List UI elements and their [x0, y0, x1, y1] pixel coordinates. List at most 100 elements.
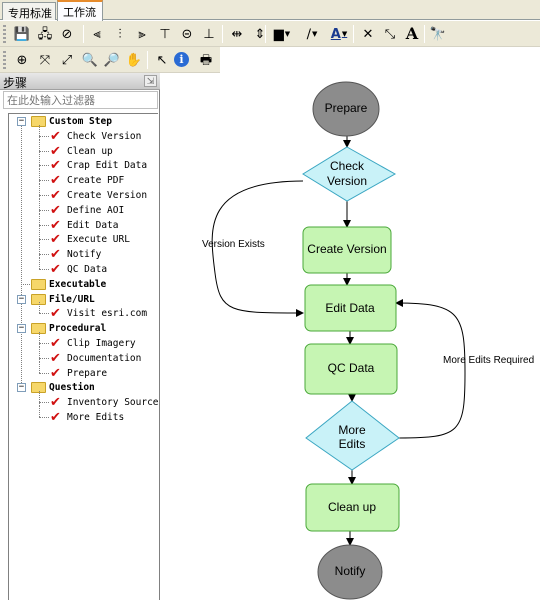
- toolbar-grip[interactable]: [3, 51, 6, 69]
- tree-connector: [39, 254, 49, 256]
- distribute-vertical-icon[interactable]: ⇕: [250, 24, 270, 44]
- tree-step-item[interactable]: ✔ More Edits: [9, 406, 159, 425]
- collapse-icon[interactable]: −: [17, 294, 26, 304]
- tree-step-item[interactable]: ✔ Edit Data: [9, 213, 159, 233]
- clear-icon[interactable]: ⊘: [57, 24, 77, 44]
- tree-step-item[interactable]: ✔ Inventory Source: [9, 391, 159, 411]
- tree-group[interactable]: Executable: [9, 277, 159, 292]
- tree-step-item[interactable]: ✔ Documentation: [9, 346, 159, 366]
- node-edit-data-label: Edit Data: [325, 301, 375, 315]
- tree-step-item[interactable]: ✔ Check Version: [9, 124, 159, 144]
- checkmark-icon: ✔: [50, 202, 61, 218]
- tree-step-label: Crap Edit Data: [67, 160, 148, 172]
- align-middle-icon[interactable]: ⊝: [177, 24, 197, 44]
- tab-standards[interactable]: 专用标准: [2, 2, 56, 20]
- step-filter-input[interactable]: [3, 91, 158, 109]
- align-top-icon[interactable]: ⊤: [155, 24, 175, 44]
- align-right-icon[interactable]: ⫸: [132, 24, 152, 44]
- print-icon[interactable]: 🖶: [196, 50, 216, 70]
- edge-label-more-edits-required: More Edits Required: [443, 355, 534, 366]
- fit-to-window-icon[interactable]: ⤧: [35, 50, 55, 70]
- dropdown-arrow-icon[interactable]: ▼: [312, 30, 317, 38]
- tree-step-item[interactable]: ✔ Create Version: [9, 184, 159, 203]
- line-color-icon[interactable]: ∕ ▼: [300, 24, 324, 44]
- tree-step-label: Clean up: [67, 145, 113, 157]
- align-center-icon[interactable]: ⫶: [110, 24, 130, 44]
- workflow-properties-icon[interactable]: 🖧: [35, 24, 55, 44]
- font-color-icon[interactable]: A ▼: [327, 24, 351, 44]
- tab-workflow[interactable]: 工作流: [57, 0, 103, 21]
- collapse-icon[interactable]: −: [17, 117, 26, 126]
- tree-step-label: Edit Data: [67, 219, 119, 231]
- tree-step-label: Create PDF: [67, 175, 125, 187]
- toolbar-empty-area: [220, 47, 540, 73]
- tree-connector: [39, 224, 49, 226]
- collapse-icon[interactable]: −: [17, 383, 26, 393]
- node-edit-data[interactable]: Edit Data: [304, 284, 397, 332]
- save-icon[interactable]: 💾: [12, 24, 32, 44]
- node-qc-data[interactable]: QC Data: [304, 343, 398, 395]
- zoom-in-icon[interactable]: 🔍: [80, 50, 100, 70]
- node-notify[interactable]: Notify: [317, 544, 383, 600]
- pin-icon[interactable]: ⇲: [144, 75, 157, 87]
- node-check-version[interactable]: Check Version: [302, 146, 397, 202]
- pan-to-center-icon[interactable]: ⊕: [12, 50, 32, 70]
- tree-step-label: Clip Imagery: [67, 338, 136, 349]
- tree-connector: [39, 372, 49, 374]
- tree-step-item[interactable]: ✔ Notify: [9, 243, 159, 262]
- workflow-toolbar-view: ⊕ ⤧ ⤢ 🔍 🔎 ✋ ↖ i 🖶: [0, 47, 220, 73]
- toolbar-grip[interactable]: [3, 25, 6, 43]
- tree-step-item[interactable]: ✔ Execute URL: [9, 228, 159, 248]
- tree-connector: [21, 283, 30, 285]
- tree-connector: [39, 391, 40, 407]
- tree-step-item[interactable]: ✔ QC Data: [9, 258, 159, 277]
- tree-step-item[interactable]: ✔ Visit esri.com: [9, 302, 159, 321]
- zoom-out-icon[interactable]: 🔎: [102, 50, 122, 70]
- select-pointer-icon[interactable]: ↖: [152, 50, 172, 70]
- checkmark-icon: ✔: [50, 232, 61, 248]
- tree-connector: [39, 357, 49, 359]
- tree-group[interactable]: − File/URL: [9, 292, 159, 307]
- steps-panel: 步骤 ⇲ −Custom Step✔Check Version✔Clean up…: [0, 73, 160, 600]
- dropdown-arrow-icon[interactable]: ▼: [285, 30, 290, 38]
- dropdown-arrow-icon[interactable]: ▼: [342, 30, 347, 38]
- tree-step-item[interactable]: ✔ Define AOI: [9, 198, 159, 218]
- tree-step-item[interactable]: ✔ Clip Imagery: [9, 332, 159, 351]
- workflow-diagram: Version Exists More Edits Required Prepa…: [202, 81, 534, 600]
- node-create-version[interactable]: Create Version: [302, 226, 392, 274]
- text-icon[interactable]: A: [402, 24, 422, 44]
- node-more-edits[interactable]: More Edits: [305, 400, 400, 471]
- tree-step-label: Visit esri.com: [67, 308, 148, 320]
- collapse-icon[interactable]: −: [17, 324, 26, 334]
- workflow-canvas[interactable]: Version Exists More Edits Required Prepa…: [160, 73, 540, 600]
- steps-tree: − Custom Step ✔ Check Version ✔ Clean up ✔ Crap…: [8, 113, 159, 600]
- tree-step-item[interactable]: ✔ Crap Edit Data: [9, 154, 159, 174]
- align-left-icon[interactable]: ⫷: [87, 24, 107, 44]
- distribute-horizontal-icon[interactable]: ⇹: [227, 24, 247, 44]
- full-extent-icon[interactable]: ⤢: [57, 50, 77, 70]
- connect-icon[interactable]: ⤡: [380, 24, 400, 44]
- tree-step-item[interactable]: ✔ Clean up: [9, 139, 159, 159]
- delete-icon[interactable]: ✕: [358, 24, 378, 44]
- tree-step-item[interactable]: ✔ Prepare: [9, 361, 159, 381]
- tree-group[interactable]: − Question: [9, 380, 159, 395]
- node-prepare[interactable]: Prepare: [312, 81, 380, 137]
- checkmark-icon: ✔: [50, 158, 61, 174]
- find-icon[interactable]: 🔭: [428, 24, 448, 44]
- tree-connector: [39, 258, 40, 269]
- info-icon[interactable]: i: [174, 52, 189, 67]
- tree-connector: [39, 361, 40, 373]
- checkmark-icon: ✔: [50, 395, 61, 411]
- checkmark-icon: ✔: [50, 188, 61, 203]
- node-clean-up[interactable]: Clean up: [305, 483, 400, 532]
- align-bottom-icon[interactable]: ⊥: [199, 24, 219, 44]
- node-qc-data-label: QC Data: [328, 361, 375, 375]
- fill-color-icon[interactable]: ▆ ▼: [270, 24, 294, 44]
- tree-group[interactable]: − Custom Step: [9, 114, 159, 129]
- pan-hand-icon[interactable]: ✋: [124, 50, 144, 70]
- tree-group[interactable]: − Procedural: [9, 321, 159, 336]
- tree-step-item[interactable]: ✔ Create PDF: [9, 169, 159, 188]
- checkmark-icon: ✔: [50, 128, 61, 144]
- checkmark-icon: ✔: [50, 217, 61, 233]
- checkmark-icon: ✔: [50, 262, 61, 277]
